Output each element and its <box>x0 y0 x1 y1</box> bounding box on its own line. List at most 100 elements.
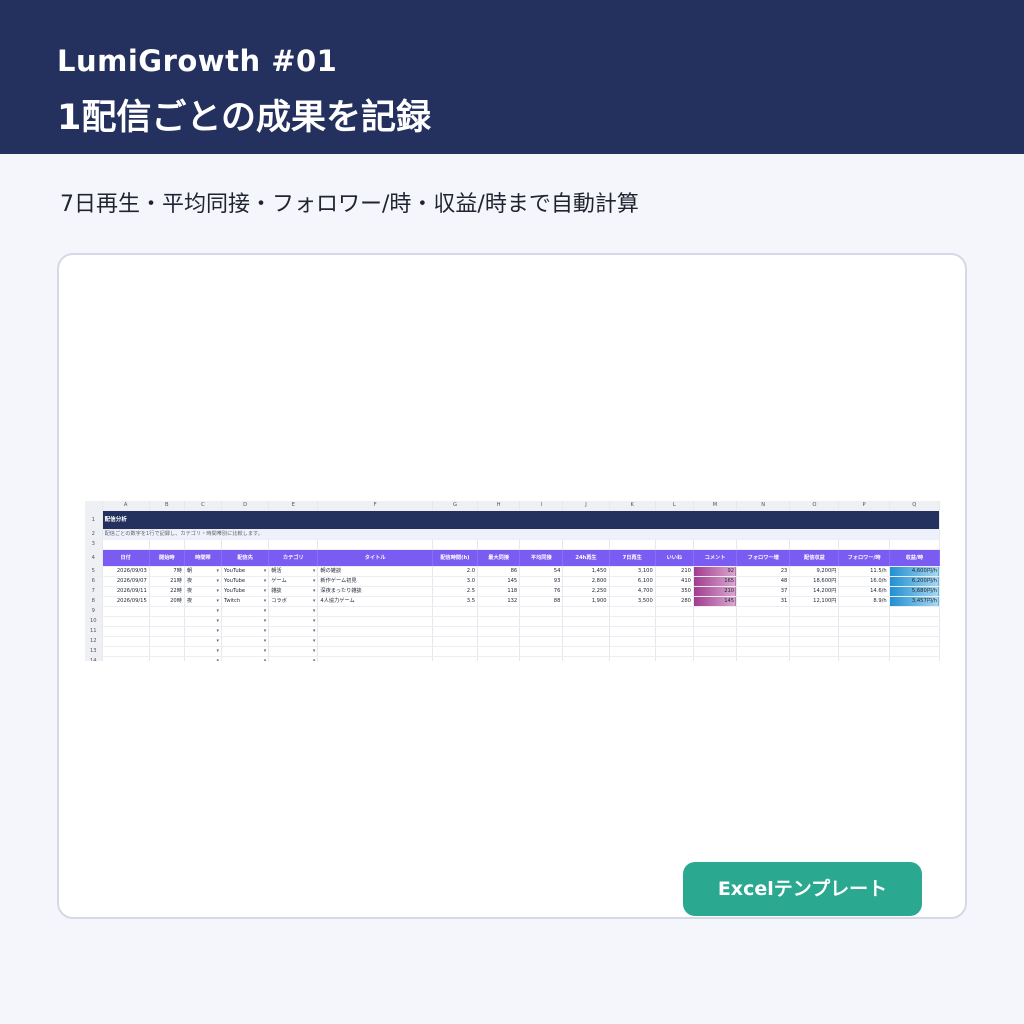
empty-cell[interactable] <box>889 626 940 637</box>
column-header[interactable]: 開始時 <box>149 549 185 567</box>
column-letter[interactable]: K <box>609 501 656 511</box>
empty-cell[interactable] <box>432 646 479 657</box>
table-cell[interactable]: 21時 <box>149 576 185 587</box>
empty-cell[interactable] <box>655 616 694 627</box>
empty-cell[interactable] <box>655 539 694 550</box>
empty-cell[interactable] <box>562 539 610 550</box>
row-number[interactable]: 14 <box>85 656 103 661</box>
column-header[interactable]: 24h再生 <box>562 549 610 567</box>
empty-cell[interactable] <box>184 636 223 647</box>
empty-cell[interactable] <box>268 616 319 627</box>
empty-cell[interactable] <box>477 626 521 637</box>
table-cell[interactable]: 朝 <box>184 566 223 577</box>
empty-cell[interactable] <box>221 636 270 647</box>
empty-cell[interactable] <box>221 616 270 627</box>
empty-cell[interactable] <box>432 656 479 661</box>
empty-cell[interactable] <box>221 626 270 637</box>
empty-cell[interactable] <box>693 616 738 627</box>
column-header[interactable]: 日付 <box>102 549 150 567</box>
column-letter[interactable]: C <box>184 501 223 511</box>
table-cell[interactable]: 280 <box>655 596 694 607</box>
column-letter[interactable]: Q <box>889 501 940 511</box>
table-cell[interactable]: 新作ゲーム初見 <box>317 576 433 587</box>
table-cell[interactable]: YouTube <box>221 576 270 587</box>
empty-cell[interactable] <box>477 656 521 661</box>
empty-cell[interactable] <box>519 656 564 661</box>
empty-cell[interactable] <box>736 626 791 637</box>
empty-cell[interactable] <box>609 539 656 550</box>
table-cell[interactable]: 31 <box>736 596 791 607</box>
table-cell[interactable]: 14,200円 <box>789 586 840 597</box>
table-cell[interactable]: 88 <box>519 596 564 607</box>
empty-cell[interactable] <box>609 636 656 647</box>
empty-cell[interactable] <box>693 646 738 657</box>
empty-cell[interactable] <box>317 626 433 637</box>
column-header[interactable]: いいね <box>655 549 694 567</box>
column-letter[interactable]: I <box>519 501 564 511</box>
empty-cell[interactable] <box>789 606 840 617</box>
empty-cell[interactable] <box>432 636 479 647</box>
row-number[interactable]: 6 <box>85 576 103 587</box>
row-number[interactable]: 2 <box>85 529 103 540</box>
empty-cell[interactable] <box>477 636 521 647</box>
column-header[interactable]: フォロワー/時 <box>838 549 890 567</box>
empty-cell[interactable] <box>838 646 890 657</box>
table-cell[interactable]: 210 <box>693 586 738 597</box>
empty-cell[interactable] <box>268 626 319 637</box>
empty-cell[interactable] <box>693 656 738 661</box>
empty-cell[interactable] <box>221 656 270 661</box>
empty-cell[interactable] <box>519 606 564 617</box>
column-letter[interactable]: A <box>102 501 150 511</box>
column-letter[interactable]: N <box>736 501 791 511</box>
empty-cell[interactable] <box>477 646 521 657</box>
empty-cell[interactable] <box>221 646 270 657</box>
empty-cell[interactable] <box>736 606 791 617</box>
empty-cell[interactable] <box>736 616 791 627</box>
empty-cell[interactable] <box>477 616 521 627</box>
empty-cell[interactable] <box>789 636 840 647</box>
empty-cell[interactable] <box>889 646 940 657</box>
empty-cell[interactable] <box>693 606 738 617</box>
empty-cell[interactable] <box>317 616 433 627</box>
table-cell[interactable]: 2,800 <box>562 576 610 587</box>
column-letter[interactable]: L <box>655 501 694 511</box>
empty-cell[interactable] <box>609 626 656 637</box>
empty-cell[interactable] <box>736 636 791 647</box>
table-cell[interactable]: 118 <box>477 586 521 597</box>
column-letter[interactable]: D <box>221 501 270 511</box>
row-number[interactable]: 8 <box>85 596 103 607</box>
table-cell[interactable]: 2026/09/11 <box>102 586 150 597</box>
column-header[interactable]: 時間帯 <box>184 549 223 567</box>
table-cell[interactable]: 3,500 <box>609 596 656 607</box>
table-cell[interactable]: 1,900 <box>562 596 610 607</box>
table-cell[interactable]: 2.0 <box>432 566 479 577</box>
empty-cell[interactable] <box>789 539 840 550</box>
column-header[interactable]: タイトル <box>317 549 433 567</box>
empty-cell[interactable] <box>149 616 185 627</box>
table-cell[interactable]: 16.0/h <box>838 576 890 587</box>
empty-cell[interactable] <box>736 656 791 661</box>
empty-cell[interactable] <box>789 626 840 637</box>
empty-cell[interactable] <box>432 539 479 550</box>
empty-cell[interactable] <box>317 646 433 657</box>
empty-cell[interactable] <box>889 636 940 647</box>
column-header[interactable]: コメント <box>693 549 738 567</box>
column-letter[interactable]: G <box>432 501 479 511</box>
column-header[interactable]: フォロワー増 <box>736 549 791 567</box>
table-cell[interactable]: 18,600円 <box>789 576 840 587</box>
table-cell[interactable]: 132 <box>477 596 521 607</box>
table-cell[interactable]: コラボ <box>268 596 319 607</box>
empty-cell[interactable] <box>184 626 223 637</box>
empty-cell[interactable] <box>102 646 150 657</box>
empty-cell[interactable] <box>268 656 319 661</box>
empty-cell[interactable] <box>655 636 694 647</box>
empty-cell[interactable] <box>789 646 840 657</box>
empty-cell[interactable] <box>838 616 890 627</box>
empty-cell[interactable] <box>562 616 610 627</box>
table-cell[interactable]: 12,100円 <box>789 596 840 607</box>
row-number[interactable]: 9 <box>85 606 103 617</box>
empty-cell[interactable] <box>268 606 319 617</box>
table-cell[interactable]: 2026/09/15 <box>102 596 150 607</box>
table-cell[interactable]: 48 <box>736 576 791 587</box>
row-number[interactable]: 4 <box>85 549 103 567</box>
